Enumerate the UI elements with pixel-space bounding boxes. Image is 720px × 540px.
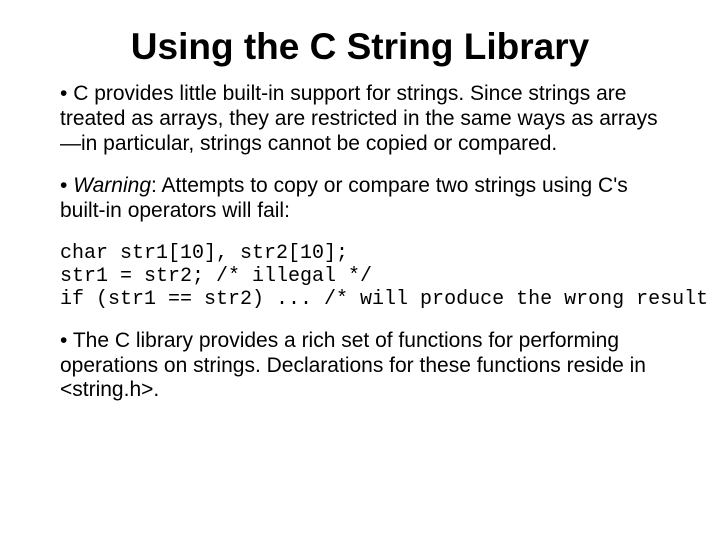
- slide-title: Using the C String Library: [60, 26, 660, 68]
- bullet-marker: •: [60, 329, 73, 352]
- bullet-3: • The C library provides a rich set of f…: [60, 329, 660, 403]
- bullet-3-text: The C library provides a rich set of fun…: [60, 329, 646, 402]
- slide: Using the C String Library • C provides …: [0, 0, 720, 540]
- code-block: char str1[10], str2[10]; str1 = str2; /*…: [60, 242, 660, 311]
- bullet-1: • C provides little built-in support for…: [60, 82, 660, 156]
- bullet-marker: •: [60, 82, 73, 105]
- warning-label: Warning: [73, 174, 151, 197]
- bullet-marker: •: [60, 174, 73, 197]
- bullet-1-text: C provides little built-in support for s…: [60, 82, 658, 155]
- bullet-2: • Warning: Attempts to copy or compare t…: [60, 174, 660, 224]
